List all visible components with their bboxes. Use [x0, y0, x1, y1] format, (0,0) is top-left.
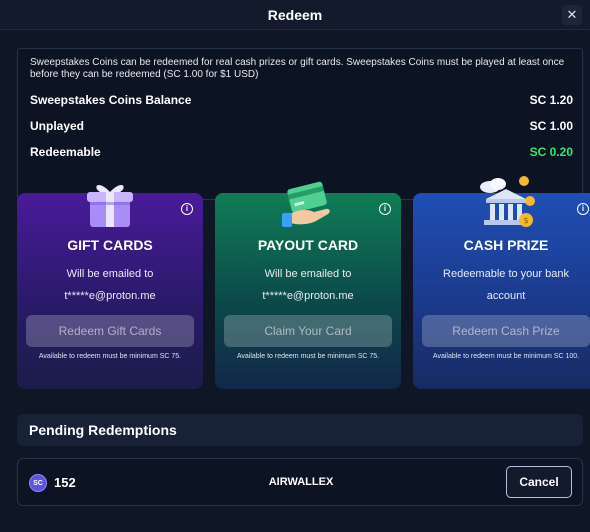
balance-label: Sweepstakes Coins Balance: [30, 93, 192, 107]
pending-redemptions-header: Pending Redemptions: [17, 414, 583, 446]
payout-card-email: t*****e@proton.me: [262, 290, 354, 302]
balance-row-unplayed: Unplayed SC 1.00: [30, 116, 573, 136]
cash-prize-title: CASH PRIZE: [463, 237, 549, 253]
cash-prize-info-icon[interactable]: i: [577, 203, 589, 215]
redeem-cash-prize-button[interactable]: Redeem Cash Prize: [422, 315, 590, 347]
balance-value: SC 1.20: [529, 93, 573, 107]
cash-prize-minimum-note: Available to redeem must be minimum SC 1…: [432, 353, 580, 360]
gift-cards-minimum-note: Available to redeem must be minimum SC 7…: [38, 353, 182, 360]
modal-header: Redeem ✕: [0, 0, 590, 30]
redeem-intro-text: Sweepstakes Coins can be redeemed for re…: [30, 57, 565, 80]
redeemable-value: SC 0.20: [529, 145, 573, 159]
bank-coins-icon: $: [480, 176, 535, 227]
cash-prize-desc-2: account: [486, 290, 526, 302]
unplayed-label: Unplayed: [30, 119, 85, 133]
cash-prize-desc: Redeemable to your bank: [443, 268, 569, 280]
payout-card-title: PAYOUT CARD: [257, 237, 359, 253]
gift-cards-card: i GIFT CARDS Will be emailed to t*****e@…: [17, 184, 203, 389]
modal-body: Sweepstakes Coins can be redeemed for re…: [0, 31, 590, 532]
balance-row-total: Sweepstakes Coins Balance SC 1.20: [30, 90, 573, 110]
payout-card-minimum-note: Available to redeem must be minimum SC 7…: [236, 353, 380, 360]
modal-title: Redeem: [267, 6, 323, 23]
gift-cards-title: GIFT CARDS: [67, 237, 153, 253]
svg-text:$: $: [523, 216, 528, 225]
balance-row-redeemable: Redeemable SC 0.20: [30, 142, 573, 162]
card-hand-icon: [282, 181, 330, 227]
redeem-gift-cards-button[interactable]: Redeem Gift Cards: [26, 315, 194, 347]
pending-redemptions-title: Pending Redemptions: [29, 422, 177, 438]
payout-card-info-icon[interactable]: i: [379, 203, 391, 215]
gift-cards-info-icon[interactable]: i: [181, 203, 193, 215]
redeemable-label: Redeemable: [30, 145, 101, 159]
pending-redemption-row: SC 152 AIRWALLEX Cancel: [17, 458, 583, 506]
cash-prize-card: $ i CASH PRIZE Redeemable to your bank a…: [413, 176, 590, 389]
payout-card-desc: Will be emailed to: [264, 268, 352, 280]
gift-cards-email: t*****e@proton.me: [64, 290, 156, 302]
gift-cards-desc: Will be emailed to: [66, 268, 154, 280]
claim-your-card-button[interactable]: Claim Your Card: [224, 315, 392, 347]
close-button[interactable]: ✕: [562, 5, 582, 25]
gift-box-icon: [87, 184, 133, 227]
unplayed-value: SC 1.00: [529, 119, 573, 133]
payout-card-card: i PAYOUT CARD Will be emailed to t*****e…: [215, 181, 401, 389]
redemption-provider: AIRWALLEX: [268, 476, 334, 488]
close-icon: ✕: [566, 7, 578, 22]
cancel-redemption-button[interactable]: Cancel: [506, 466, 572, 498]
